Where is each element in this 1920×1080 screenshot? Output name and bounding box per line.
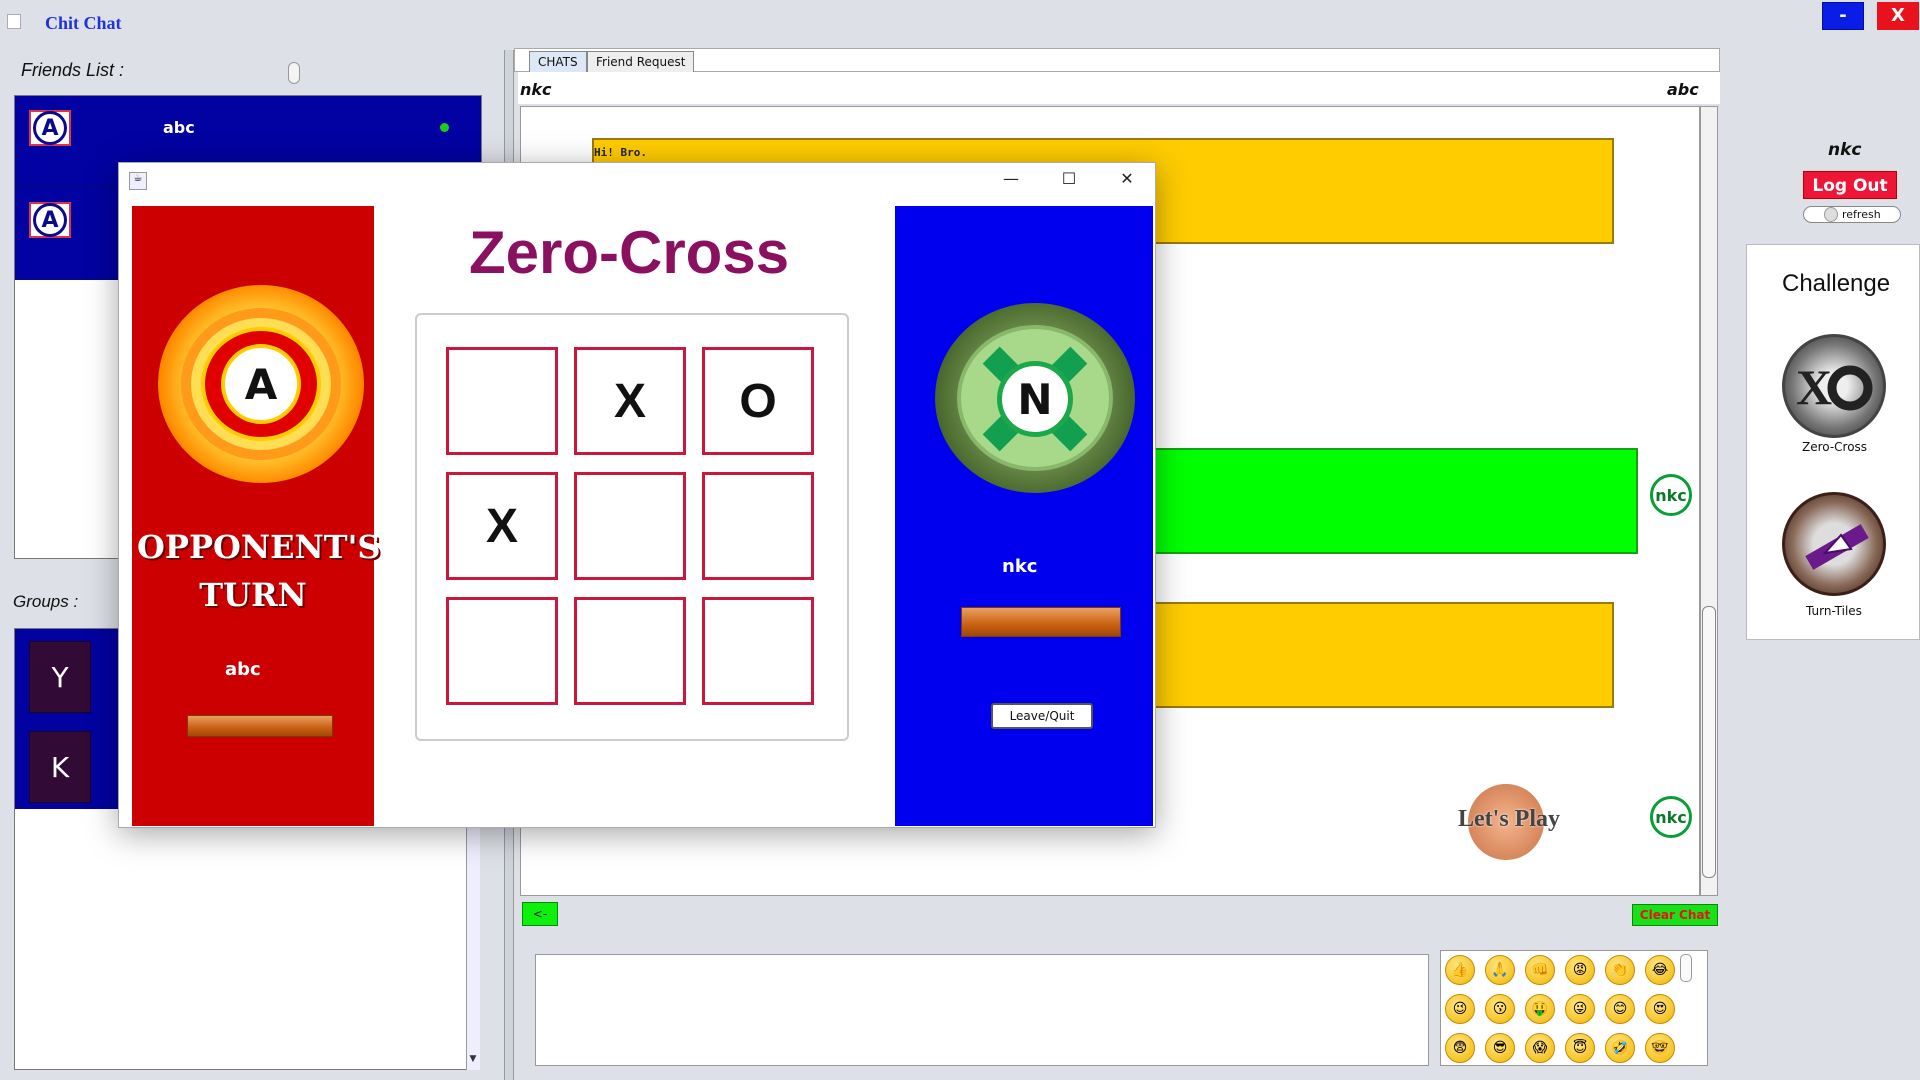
tab-friend-request[interactable]: Friend Request xyxy=(587,51,695,73)
online-status-icon xyxy=(440,123,449,132)
game-label[interactable]: Turn-Tiles xyxy=(1806,604,1862,618)
zero-cross-game-icon[interactable]: X xyxy=(1782,334,1886,438)
opponent-avatar: A xyxy=(201,327,321,441)
board-cell[interactable] xyxy=(702,472,814,580)
zero-cross-logo-icon: X xyxy=(1796,359,1873,415)
friend-name: abc xyxy=(163,118,195,137)
avatar-initial: A xyxy=(33,111,67,145)
game-title: Zero-Cross xyxy=(469,219,790,286)
logout-button[interactable]: Log Out xyxy=(1803,171,1897,199)
message-input[interactable] xyxy=(535,954,1429,1066)
window-titlebar[interactable]: ☕ — ☐ ✕ xyxy=(119,163,1155,199)
chat-header xyxy=(518,72,1720,104)
player-timer-bar xyxy=(961,607,1121,637)
cool-icon[interactable]: 😎 xyxy=(1485,1033,1515,1063)
back-button[interactable]: <- xyxy=(522,902,558,926)
angel-icon[interactable]: 😇 xyxy=(1565,1033,1595,1063)
player-panel xyxy=(895,206,1153,826)
window-minimize-button[interactable]: — xyxy=(996,169,1026,188)
chat-message-text: Hi! Bro. xyxy=(594,146,647,159)
fear-icon[interactable]: 😨 xyxy=(1445,1033,1475,1063)
board-cell[interactable] xyxy=(574,597,686,705)
scroll-down-icon[interactable]: ▼ xyxy=(466,1054,480,1070)
window-close-button[interactable]: ✕ xyxy=(1112,169,1142,188)
avatar: A xyxy=(29,110,71,146)
svg-text:X: X xyxy=(1796,359,1832,415)
turn-tiles-logo-icon xyxy=(1805,524,1869,570)
lets-play-label[interactable]: Let's Play xyxy=(1458,806,1560,833)
kiss-icon[interactable]: 😗 xyxy=(1485,994,1515,1024)
fist-icon[interactable]: 👊 xyxy=(1525,955,1555,985)
board-cell[interactable] xyxy=(702,597,814,705)
board-cell[interactable] xyxy=(446,347,558,455)
close-button[interactable]: X xyxy=(1877,2,1919,30)
opponent-timer-bar xyxy=(187,715,333,737)
refresh-toggle[interactable]: refresh xyxy=(1803,206,1901,223)
window-maximize-button[interactable]: ☐ xyxy=(1054,169,1084,188)
board-cell[interactable] xyxy=(446,597,558,705)
groups-label: Groups : xyxy=(13,592,79,611)
nerd-icon[interactable]: 🤓 xyxy=(1645,1033,1675,1063)
group-avatar: K xyxy=(29,731,91,803)
app-icon xyxy=(7,14,21,29)
player-initial: N xyxy=(997,361,1073,437)
laugh-icon[interactable]: 😂 xyxy=(1645,955,1675,985)
smile-icon[interactable]: 😊 xyxy=(1605,994,1635,1024)
board-cell[interactable]: X xyxy=(446,472,558,580)
game-label[interactable]: Zero-Cross xyxy=(1802,440,1867,454)
tab-chats[interactable]: CHATS xyxy=(529,51,587,73)
opponent-name: abc xyxy=(225,659,261,680)
chat-message xyxy=(1150,448,1638,554)
clap-icon[interactable]: 👏 xyxy=(1605,955,1635,985)
emoji-scroll-handle[interactable] xyxy=(1680,954,1692,982)
scream-icon[interactable]: 😱 xyxy=(1525,1033,1555,1063)
heart-eyes-icon[interactable]: 😍 xyxy=(1645,994,1675,1024)
money-icon[interactable]: 🤑 xyxy=(1525,994,1555,1024)
sender-badge: nkc xyxy=(1650,474,1692,516)
rofl-icon[interactable]: 🤣 xyxy=(1605,1033,1635,1063)
turn-indicator: OPPONENT'S TURN xyxy=(137,528,381,614)
chat-tabs: CHATS Friend Request xyxy=(514,48,1720,73)
group-avatar: Y xyxy=(29,641,91,713)
current-user-name: nkc xyxy=(1828,140,1862,160)
wink-icon[interactable]: 😉 xyxy=(1445,994,1475,1024)
angry-icon[interactable]: 😡 xyxy=(1565,955,1595,985)
board-cell[interactable]: O xyxy=(702,347,814,455)
board-cell[interactable]: X xyxy=(574,347,686,455)
game-window: ☕ — ☐ ✕ A OPPONENT'S TURN abc Zero-Cross… xyxy=(118,162,1156,828)
java-icon: ☕ xyxy=(129,172,147,190)
friends-list-label: Friends List : xyxy=(21,60,125,80)
player-name: nkc xyxy=(1002,556,1038,577)
turn-tiles-game-icon[interactable] xyxy=(1782,492,1886,596)
app-title: Chit Chat xyxy=(45,13,122,33)
friends-scroll-handle[interactable] xyxy=(288,62,300,84)
pray-icon[interactable]: 🙏 xyxy=(1485,955,1515,985)
chat-peer-name: abc xyxy=(1667,80,1699,99)
leave-quit-button[interactable]: Leave/Quit xyxy=(991,703,1093,729)
avatar-initial: A xyxy=(33,203,67,237)
like-icon[interactable]: 👍 xyxy=(1445,955,1475,985)
clear-chat-button[interactable]: Clear Chat xyxy=(1632,904,1718,926)
silly-icon[interactable]: 😜 xyxy=(1565,994,1595,1024)
toggle-knob-icon[interactable] xyxy=(1824,207,1838,222)
chat-self-name: nkc xyxy=(520,80,552,99)
opponent-initial: A xyxy=(221,344,301,424)
board-cell[interactable] xyxy=(574,472,686,580)
avatar: A xyxy=(29,202,71,238)
minimize-button[interactable]: - xyxy=(1822,2,1864,30)
challenge-title: Challenge xyxy=(1782,270,1891,297)
sender-badge: nkc xyxy=(1650,796,1692,838)
chat-message xyxy=(1150,602,1614,708)
chat-scroll-thumb[interactable] xyxy=(1702,606,1716,878)
